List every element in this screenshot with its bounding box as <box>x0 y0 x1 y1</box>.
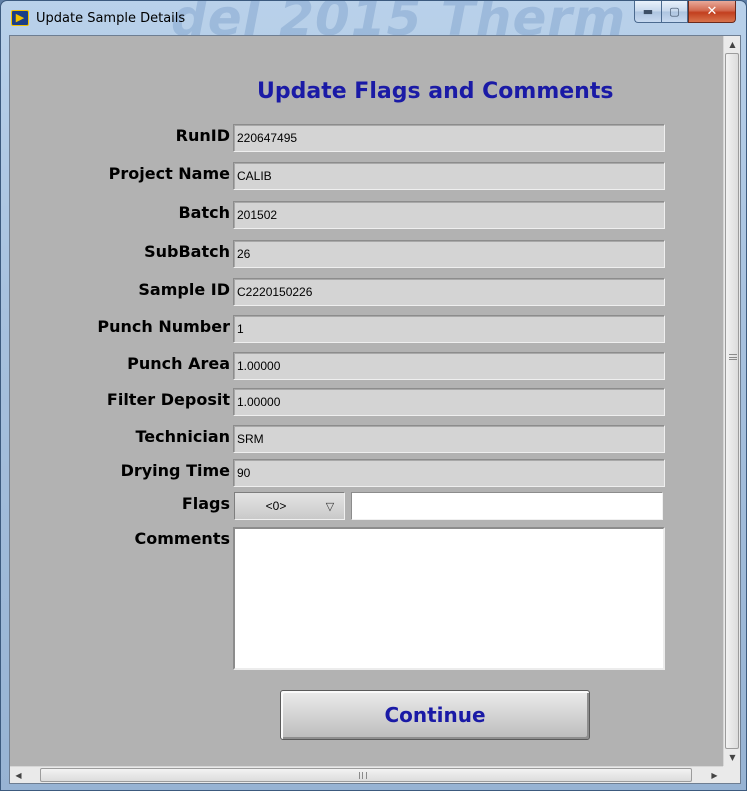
drying-time-label: Drying Time <box>120 461 230 480</box>
flags-label: Flags <box>181 494 230 513</box>
field-row-filter-deposit: Filter Deposit 1.00000 <box>10 388 670 416</box>
chevron-down-icon[interactable]: ▽ <box>317 500 343 513</box>
technician-field: SRM <box>233 425 665 453</box>
horizontal-scrollbar[interactable]: ◀ ▶ <box>10 766 723 783</box>
filter-deposit-field: 1.00000 <box>233 388 665 416</box>
batch-label: Batch <box>178 203 230 222</box>
page-title: Update Flags and Comments <box>257 79 614 104</box>
close-icon: ✕ <box>706 4 718 19</box>
filter-deposit-label: Filter Deposit <box>106 390 230 409</box>
subbatch-field: 26 <box>233 240 665 268</box>
grip-icon <box>729 354 737 360</box>
maximize-button[interactable]: ▢ <box>661 1 688 23</box>
sample-id-field: C2220150226 <box>233 278 665 306</box>
caption-buttons: ▬ ▢ ✕ <box>634 1 736 23</box>
field-row-batch: Batch 201502 <box>10 201 670 229</box>
grip-icon <box>359 772 367 779</box>
punch-number-label: Punch Number <box>97 317 230 336</box>
field-row-drying-time: Drying Time 90 <box>10 459 670 487</box>
field-row-project-name: Project Name CALIB <box>10 162 670 190</box>
client-area: Update Flags and Comments RunID 22064749… <box>9 35 741 784</box>
app-icon[interactable]: ▶ <box>11 10 29 26</box>
field-row-sample-id: Sample ID C2220150226 <box>10 278 670 306</box>
field-row-punch-number: Punch Number 1 <box>10 315 670 343</box>
title-bar[interactable]: del 2015 Therm ▶ Update Sample Details ▬… <box>1 1 746 35</box>
resize-grip[interactable] <box>723 766 740 783</box>
field-row-flags: Flags <0> ▽ <box>10 492 670 520</box>
batch-field: 201502 <box>233 201 665 229</box>
field-row-technician: Technician SRM <box>10 425 670 453</box>
comments-textarea[interactable] <box>233 527 665 670</box>
comments-label: Comments <box>134 529 231 548</box>
drying-time-field: 90 <box>233 459 665 487</box>
field-row-runid: RunID 220647495 <box>10 124 670 152</box>
scroll-right-icon[interactable]: ▶ <box>706 767 723 784</box>
punch-number-field: 1 <box>233 315 665 343</box>
vertical-scrollbar[interactable]: ▲ ▼ <box>723 36 740 766</box>
scroll-up-icon[interactable]: ▲ <box>724 36 741 53</box>
flags-selected-value: <0> <box>265 499 287 513</box>
close-button[interactable]: ✕ <box>688 1 736 23</box>
flags-dropdown[interactable]: <0> ▽ <box>234 492 345 520</box>
technician-label: Technician <box>135 427 230 446</box>
window: del 2015 Therm ▶ Update Sample Details ▬… <box>0 0 747 791</box>
vertical-scroll-thumb[interactable] <box>725 53 739 749</box>
runid-field: 220647495 <box>233 124 665 152</box>
horizontal-scroll-thumb[interactable] <box>40 768 692 782</box>
field-row-punch-area: Punch Area 1.00000 <box>10 352 670 380</box>
runid-label: RunID <box>175 126 230 145</box>
minimize-button[interactable]: ▬ <box>634 1 661 23</box>
background-title-text: del 2015 Therm <box>171 1 627 35</box>
punch-area-label: Punch Area <box>127 354 230 373</box>
subbatch-label: SubBatch <box>144 242 230 261</box>
continue-button[interactable]: Continue <box>280 690 590 740</box>
scroll-down-icon[interactable]: ▼ <box>724 749 741 766</box>
scroll-left-icon[interactable]: ◀ <box>10 767 27 784</box>
field-row-subbatch: SubBatch 26 <box>10 240 670 268</box>
minimize-icon: ▬ <box>642 5 654 18</box>
maximize-icon: ▢ <box>669 5 680 18</box>
sample-id-label: Sample ID <box>138 280 230 299</box>
punch-area-field: 1.00000 <box>233 352 665 380</box>
project-name-field: CALIB <box>233 162 665 190</box>
project-name-label: Project Name <box>108 164 230 183</box>
window-title: Update Sample Details <box>36 11 186 26</box>
flags-text-field[interactable] <box>351 492 663 520</box>
